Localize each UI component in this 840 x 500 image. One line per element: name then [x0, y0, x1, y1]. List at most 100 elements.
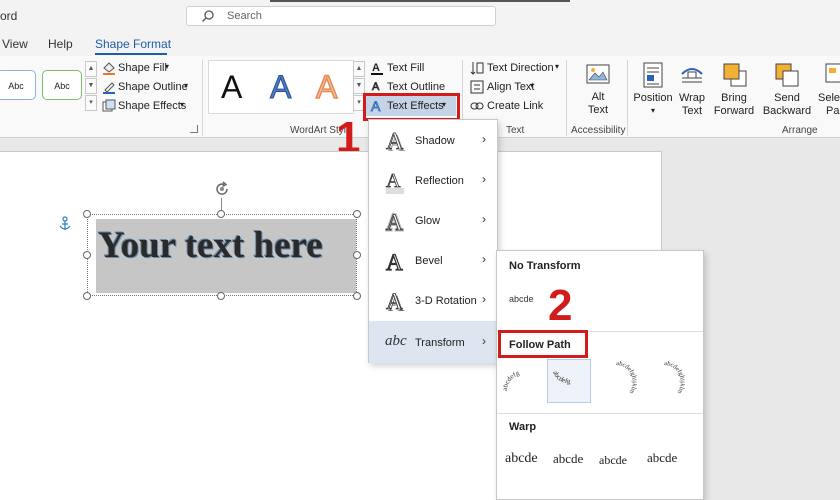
- transform-icon: abc: [385, 333, 407, 349]
- text-effects-menu: AA Shadow › A Reflection › AA Glow › A B…: [368, 119, 498, 363]
- align-text-button[interactable]: Align Text: [487, 81, 535, 93]
- svg-text:A: A: [386, 250, 403, 275]
- follow-path-text: abcdefg: [501, 369, 521, 392]
- menu-item-shadow[interactable]: AA Shadow ›: [369, 121, 497, 161]
- menu-item-bevel[interactable]: A Bevel ›: [369, 241, 497, 281]
- no-transform-heading: No Transform: [509, 260, 581, 272]
- text-fill-button[interactable]: Text Fill: [387, 62, 424, 74]
- menu-item-transform[interactable]: abc Transform ›: [369, 321, 497, 363]
- bring-forward-button-line2[interactable]: Forward: [710, 105, 758, 118]
- gallery-more[interactable]: ▾: [85, 95, 97, 111]
- app-name: ord: [0, 9, 18, 23]
- resize-handle[interactable]: [83, 251, 91, 259]
- alt-text-icon: [585, 63, 611, 87]
- group-label-text: Text: [506, 125, 525, 136]
- svg-text:A: A: [386, 289, 403, 314]
- alt-text-button[interactable]: Alt: [586, 91, 610, 104]
- selection-pane-button-line2[interactable]: Pa: [826, 105, 840, 118]
- warp-option[interactable]: abcde: [599, 453, 627, 468]
- tab-view[interactable]: View: [2, 37, 28, 51]
- menu-item-glow[interactable]: AA Glow ›: [369, 201, 497, 241]
- group-label-accessibility: Accessibility: [571, 125, 626, 136]
- chevron-right-icon: ›: [482, 172, 486, 186]
- shape-fill-button[interactable]: Shape Fill: [118, 62, 167, 74]
- svg-text:abcdefg: abcdefg: [503, 369, 521, 392]
- text-direction-button[interactable]: Text Direction: [487, 62, 554, 74]
- menu-item-3d-rotation[interactable]: AA 3-D Rotation ›: [369, 281, 497, 321]
- resize-handle[interactable]: [217, 210, 225, 218]
- warp-option[interactable]: abcde: [647, 450, 677, 466]
- menu-item-label: Bevel: [415, 255, 443, 267]
- follow-path-text: abcdefg: [551, 369, 571, 385]
- shape-effects-icon: [102, 99, 116, 113]
- warp-option[interactable]: abcde: [505, 451, 538, 467]
- rotate-handle-icon[interactable]: [212, 179, 232, 199]
- no-transform-option[interactable]: abcde: [509, 294, 534, 304]
- resize-handle[interactable]: [83, 292, 91, 300]
- wordart-text[interactable]: Your text here: [98, 222, 356, 270]
- anchor-icon: [58, 216, 72, 232]
- group-label-arrange: Arrange: [782, 125, 818, 136]
- search-box[interactable]: Search: [186, 6, 496, 26]
- chevron-down-icon[interactable]: ▾: [184, 81, 188, 90]
- wordart-style-peach[interactable]: A: [315, 67, 338, 107]
- tab-help[interactable]: Help: [48, 37, 73, 51]
- follow-path-option-button[interactable]: abcdefghijklm: [643, 360, 686, 403]
- text-outline-icon: A: [370, 80, 384, 94]
- chevron-down-icon[interactable]: ▾: [555, 62, 559, 71]
- svg-text:abcdefghijklm: abcdefghijklm: [664, 361, 685, 395]
- send-backward-button[interactable]: Send: [758, 92, 816, 105]
- shape-outline-button[interactable]: Shape Outline: [118, 81, 188, 93]
- resize-handle[interactable]: [353, 210, 361, 218]
- gallery-scroll-down[interactable]: ▼: [353, 78, 365, 94]
- active-tab-indicator: [95, 53, 167, 55]
- shape-effects-button[interactable]: Shape Effects: [118, 100, 186, 112]
- follow-path-option-arch-down[interactable]: abcdefg: [547, 359, 591, 403]
- page-border: [0, 151, 662, 152]
- follow-path-option-arch-up[interactable]: abcdefg: [501, 361, 545, 403]
- menu-divider: [497, 413, 703, 414]
- send-backward-button-line2[interactable]: Backward: [758, 105, 816, 118]
- glow-icon: AA: [385, 209, 405, 235]
- text-direction-icon: [470, 61, 484, 75]
- wordart-style-blue[interactable]: A: [269, 67, 291, 107]
- chevron-down-icon[interactable]: ▾: [632, 104, 674, 117]
- align-text-icon: [470, 80, 484, 94]
- wrap-text-button[interactable]: Wrap: [674, 92, 710, 105]
- tab-shape-format[interactable]: Shape Format: [95, 37, 171, 51]
- bevel-icon: A: [385, 249, 403, 275]
- chevron-right-icon: ›: [482, 252, 486, 266]
- chevron-down-icon[interactable]: ▾: [180, 100, 184, 109]
- shape-style-swatch[interactable]: Abc: [42, 70, 82, 100]
- resize-handle[interactable]: [217, 292, 225, 300]
- warp-option[interactable]: abcde: [553, 451, 583, 467]
- menu-item-label: 3-D Rotation: [415, 295, 477, 307]
- gallery-scroll-up[interactable]: ▲: [353, 61, 365, 77]
- follow-path-option-circle[interactable]: abcdefghijklm: [595, 360, 638, 403]
- title-accent-line: [270, 0, 570, 2]
- resize-handle[interactable]: [353, 292, 361, 300]
- alt-text-button-line2[interactable]: Text: [586, 104, 610, 117]
- resize-handle[interactable]: [353, 251, 361, 259]
- gallery-scroll-down[interactable]: ▼: [85, 78, 97, 94]
- resize-handle[interactable]: [83, 210, 91, 218]
- wrap-text-icon: [680, 62, 704, 88]
- wrap-text-button-line2[interactable]: Text: [674, 105, 710, 118]
- search-icon: [202, 10, 214, 22]
- chevron-down-icon[interactable]: ▾: [165, 62, 169, 71]
- wordart-style-black[interactable]: A: [221, 67, 242, 107]
- group-separator: [627, 60, 628, 136]
- svg-text:A: A: [386, 129, 404, 155]
- text-outline-button[interactable]: Text Outline: [387, 81, 445, 93]
- gallery-scroll-up[interactable]: ▲: [85, 61, 97, 77]
- dialog-launcher-icon[interactable]: [190, 125, 198, 133]
- annotation-number-2: 2: [548, 281, 573, 330]
- create-link-button[interactable]: Create Link: [487, 100, 543, 112]
- shape-style-swatch[interactable]: Abc: [0, 70, 36, 100]
- search-input[interactable]: Search: [227, 10, 262, 22]
- warp-heading: Warp: [509, 421, 537, 433]
- bring-forward-button[interactable]: Bring: [710, 92, 758, 105]
- chevron-down-icon[interactable]: ▾: [530, 81, 534, 90]
- menu-item-reflection[interactable]: A Reflection ›: [369, 161, 497, 201]
- selection-pane-button[interactable]: Selec: [818, 92, 840, 105]
